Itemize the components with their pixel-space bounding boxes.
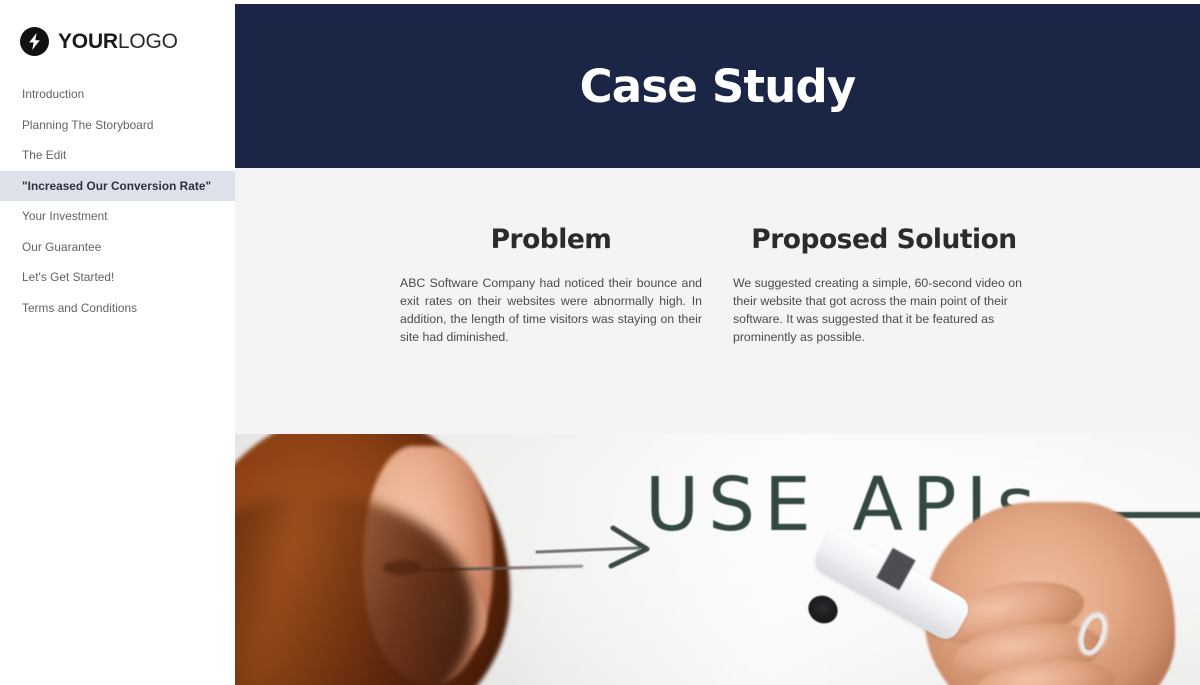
lightning-bolt-icon xyxy=(20,26,49,56)
sidebar-item-planning-the-storyboard[interactable]: Planning The Storyboard xyxy=(0,110,235,141)
brand-logo[interactable]: YOURLOGO xyxy=(20,26,178,56)
proposed-solution-body: We suggested creating a simple, 60-secon… xyxy=(733,276,1022,344)
brand-name-bold: YOUR xyxy=(58,29,118,53)
sidebar-item-our-guarantee[interactable]: Our Guarantee xyxy=(0,232,235,263)
column-problem: Problem ABC Software Company had noticed… xyxy=(400,225,702,346)
sidebar-item-lets-get-started[interactable]: Let's Get Started! xyxy=(0,262,235,293)
two-column-layout: Problem ABC Software Company had noticed… xyxy=(400,225,1035,346)
sidebar-item-your-investment[interactable]: Your Investment xyxy=(0,201,235,232)
case-study-photo: USE APIs xyxy=(235,434,1200,685)
sidebar-item-terms-and-conditions[interactable]: Terms and Conditions xyxy=(0,293,235,324)
page-title: Case Study xyxy=(579,59,857,113)
sidebar: YOURLOGO Introduction Planning The Story… xyxy=(0,0,235,685)
problem-heading: Problem xyxy=(490,224,612,255)
sidebar-item-introduction[interactable]: Introduction xyxy=(0,79,235,110)
brand-name: YOURLOGO xyxy=(58,31,178,52)
column-proposed-solution: Proposed Solution We suggested creating … xyxy=(733,225,1035,346)
sidebar-item-increased-our-conversion-rate[interactable]: "Increased Our Conversion Rate" xyxy=(0,170,235,201)
problem-body: ABC Software Company had noticed their b… xyxy=(400,276,702,344)
sidebar-nav: Introduction Planning The Storyboard The… xyxy=(0,79,235,323)
photo-scene: USE APIs xyxy=(235,434,1200,685)
proposed-solution-heading: Proposed Solution xyxy=(751,224,1017,255)
sidebar-item-the-edit[interactable]: The Edit xyxy=(0,140,235,171)
content-section: Problem ABC Software Company had noticed… xyxy=(235,168,1200,434)
case-study-page: YOURLOGO Introduction Planning The Story… xyxy=(0,0,1200,685)
page-header: Case Study xyxy=(235,4,1200,168)
brand-name-light: LOGO xyxy=(117,29,178,53)
